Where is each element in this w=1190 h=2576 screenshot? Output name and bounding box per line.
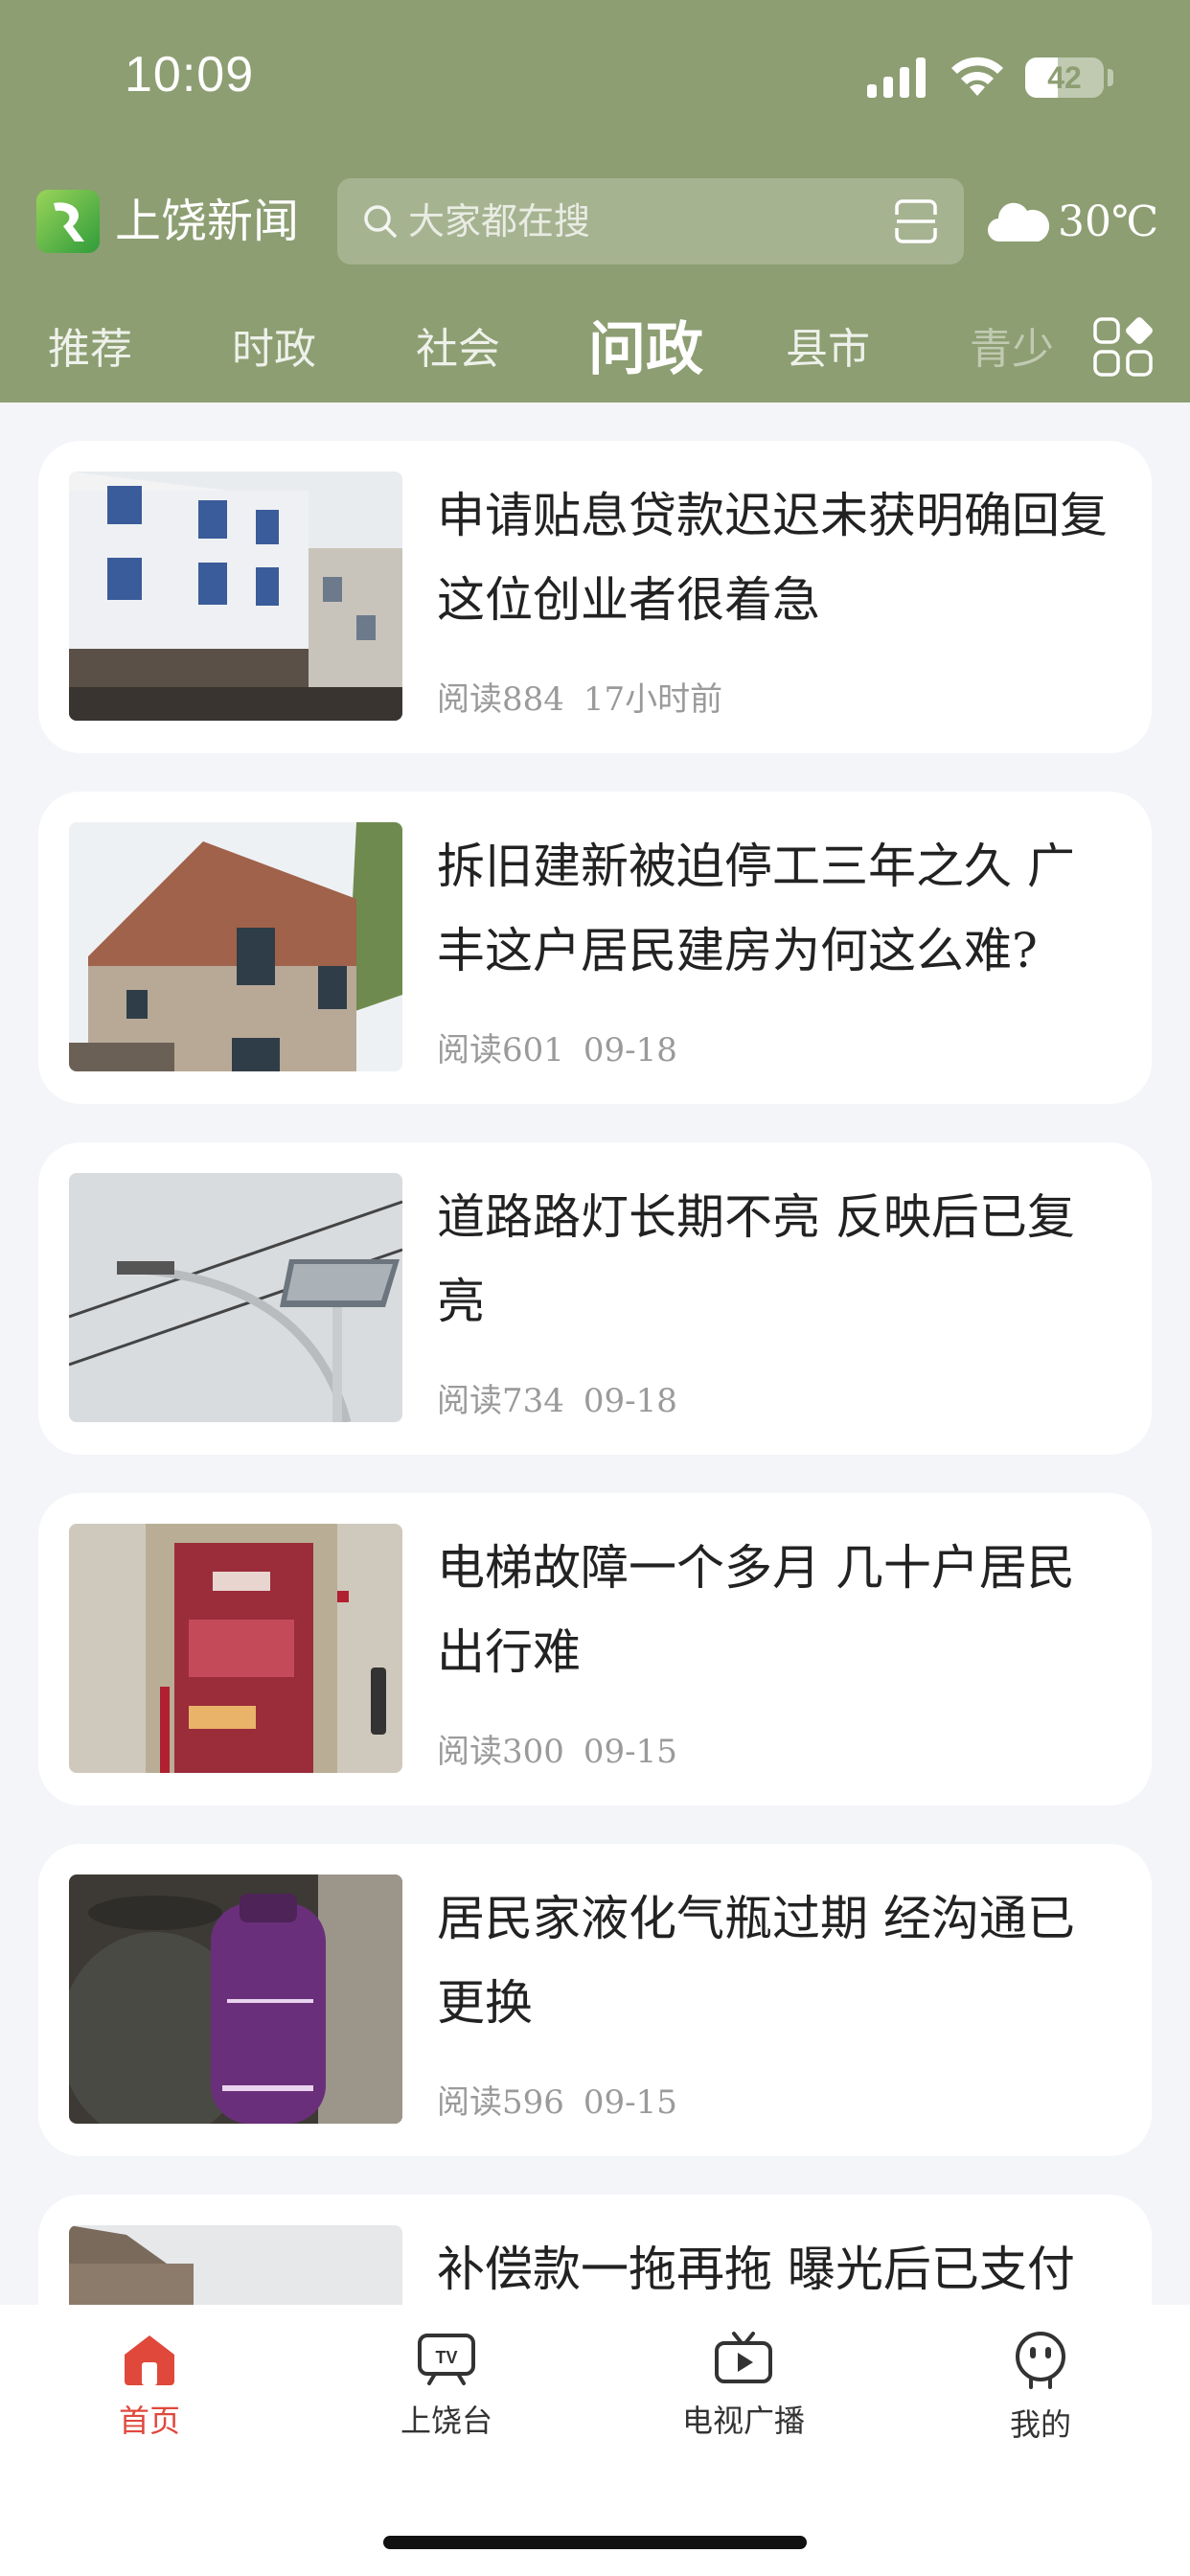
home-indicator[interactable]: [383, 2536, 807, 2549]
tab-counties[interactable]: 县市: [786, 307, 870, 393]
search-placeholder: 大家都在搜: [408, 200, 591, 242]
tv-icon: TV: [418, 2334, 475, 2385]
svg-text:TV: TV: [435, 2348, 457, 2367]
temperature: 30℃: [1058, 197, 1159, 246]
news-feed: 申请贴息贷款迟迟未获明确回复 这位创业者很着急 阅读884 17小时前 拆旧建新被…: [0, 402, 1190, 2305]
nav-profile-label: 我的: [1009, 2406, 1071, 2443]
read-count: 阅读300: [437, 1733, 564, 1771]
wifi-icon: [951, 57, 1003, 96]
tab-politics[interactable]: 时政: [232, 307, 316, 393]
news-title: 补偿款一拖再拖 曝光后已支付: [437, 2242, 1075, 2297]
home-icon: [125, 2335, 174, 2385]
read-count: 阅读596: [437, 2083, 564, 2122]
battery-percent: 42: [1047, 60, 1082, 95]
news-thumbnail: [69, 822, 402, 1071]
news-meta: 阅读601 09-18: [437, 1024, 677, 1070]
news-title: 电梯故障一个多月 几十户居民出行难: [437, 1540, 1075, 1680]
status-time: 10:09: [125, 47, 255, 103]
news-title: 居民家液化气瓶过期 经沟通已更换: [437, 1891, 1075, 2031]
publish-time: 09-18: [583, 1031, 677, 1070]
tab-society[interactable]: 社会: [416, 307, 500, 393]
news-meta: 阅读300 09-15: [437, 1725, 677, 1772]
tab-youth[interactable]: 青少: [970, 307, 1054, 393]
nav-home-label: 首页: [118, 2403, 180, 2439]
news-title: 申请贴息贷款迟迟未获明确回复 这位创业者很着急: [437, 488, 1108, 628]
news-card[interactable]: 申请贴息贷款迟迟未获明确回复 这位创业者很着急 阅读884 17小时前: [38, 441, 1152, 753]
read-count: 阅读884: [437, 680, 564, 719]
news-thumbnail: [69, 1524, 402, 1773]
scan-icon[interactable]: [893, 199, 939, 243]
tab-wenzheng[interactable]: 问政: [588, 307, 703, 393]
news-meta: 阅读596 09-15: [437, 2076, 677, 2123]
app-name: 上饶新闻: [115, 195, 300, 248]
nav-shangrao-tv[interactable]: TV 上饶台: [351, 2330, 542, 2464]
nav-home[interactable]: 首页: [54, 2330, 245, 2464]
nav-profile[interactable]: 我的: [945, 2330, 1136, 2464]
news-card[interactable]: 拆旧建新被迫停工三年之久 广丰这户居民建房为何这么难? 阅读601 09-18: [38, 792, 1152, 1104]
news-thumbnail: [69, 1173, 402, 1422]
app-header: 10:09 42 上饶新闻 大家都在搜 30℃ 推荐 时政 社会 问政 县市 青…: [0, 0, 1190, 402]
news-meta: 阅读734 09-18: [437, 1374, 677, 1421]
channel-grid-icon[interactable]: [1092, 316, 1154, 378]
news-card[interactable]: 补偿款一拖再拖 曝光后已支付: [38, 2195, 1152, 2305]
publish-time: 09-15: [583, 1733, 677, 1771]
news-thumbnail: [69, 1874, 402, 2124]
news-title: 拆旧建新被迫停工三年之久 广丰这户居民建房为何这么难?: [437, 839, 1075, 978]
publish-time: 09-18: [583, 1382, 677, 1420]
news-card[interactable]: 居民家液化气瓶过期 经沟通已更换 阅读596 09-15: [38, 1844, 1152, 2156]
app-logo: [36, 190, 100, 253]
nav-broadcast-label: 电视广播: [681, 2403, 805, 2439]
news-thumbnail: [69, 2225, 402, 2305]
broadcast-icon: [715, 2332, 772, 2383]
category-tabs: 推荐 时政 社会 问政 县市 青少: [0, 307, 1190, 393]
battery-icon: 42: [1025, 58, 1104, 98]
tab-recommend[interactable]: 推荐: [48, 307, 132, 393]
profile-icon: [1016, 2332, 1065, 2389]
news-card[interactable]: 电梯故障一个多月 几十户居民出行难 阅读300 09-15: [38, 1493, 1152, 1806]
cloud-icon: [987, 202, 1050, 242]
cellular-signal-icon: [867, 58, 926, 98]
search-input[interactable]: 大家都在搜: [337, 178, 964, 264]
read-count: 阅读734: [437, 1382, 564, 1420]
publish-time: 17小时前: [583, 680, 723, 719]
nav-shangrao-tv-label: 上饶台: [400, 2403, 492, 2439]
news-meta: 阅读884 17小时前: [437, 673, 722, 720]
publish-time: 09-15: [583, 2083, 677, 2122]
news-thumbnail: [69, 472, 402, 721]
nav-broadcast[interactable]: 电视广播: [648, 2330, 839, 2464]
read-count: 阅读601: [437, 1031, 564, 1070]
search-icon: [364, 205, 397, 238]
battery-cap: [1108, 69, 1113, 86]
news-card[interactable]: 道路路灯长期不亮 反映后已复亮 阅读734 09-18: [38, 1142, 1152, 1455]
news-title: 道路路灯长期不亮 反映后已复亮: [437, 1189, 1075, 1329]
status-bar: 10:09 42: [0, 0, 1190, 153]
